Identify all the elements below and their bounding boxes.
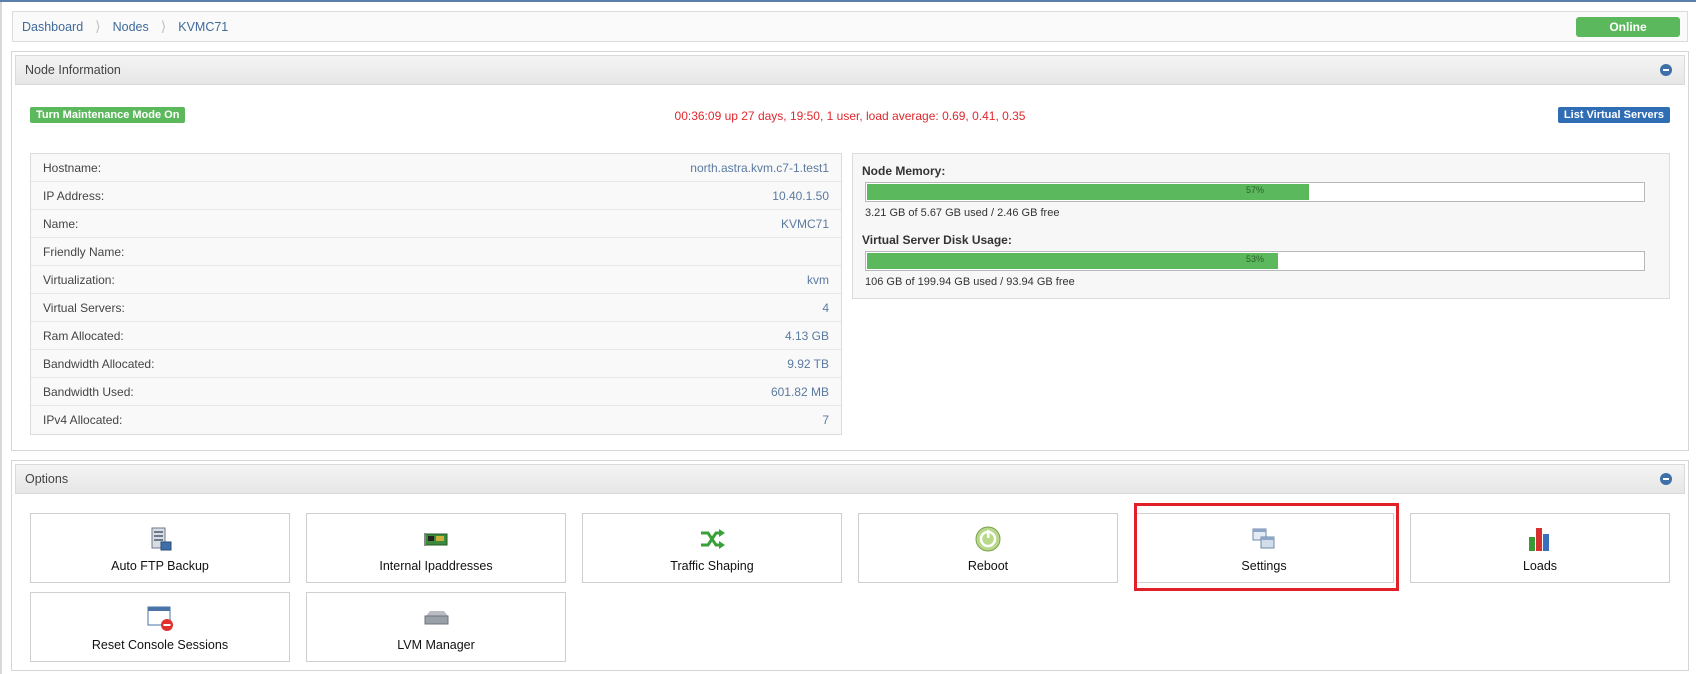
usage-box: Node Memory: 57% 3.21 GB of 5.67 GB used… xyxy=(852,153,1670,299)
shuffle-arrows-icon xyxy=(701,529,725,549)
option-label: Loads xyxy=(1522,559,1558,573)
breadcrumb-dashboard[interactable]: Dashboard xyxy=(22,20,83,34)
option-loads[interactable]: Loads xyxy=(1410,513,1670,583)
info-value: KVMC71 xyxy=(780,216,829,231)
option-auto-ftp-backup[interactable]: Auto FTP Backup xyxy=(30,513,290,583)
option-reset-console-sessions[interactable]: Reset Console Sessions xyxy=(30,592,290,662)
memory-percent-label: 57% xyxy=(1245,185,1264,195)
table-row: Hostname: north.astra.kvm.c7-1.test1 xyxy=(31,154,841,182)
info-label: Virtualization: xyxy=(43,272,115,287)
collapse-icon[interactable] xyxy=(1660,473,1672,485)
node-info-table: Hostname: north.astra.kvm.c7-1.test1 IP A… xyxy=(30,153,842,435)
info-label: IP Address: xyxy=(43,188,105,203)
panel-header: Options xyxy=(15,464,1685,494)
option-label: Auto FTP Backup xyxy=(111,559,209,573)
bar-chart-icon xyxy=(1529,528,1549,551)
disk-progress-bar: 53% xyxy=(865,251,1645,271)
info-label: Bandwidth Used: xyxy=(43,384,134,399)
window-left-border xyxy=(0,2,2,674)
info-label: Virtual Servers: xyxy=(43,300,125,315)
memory-progress-bar: 57% xyxy=(865,182,1645,202)
memory-usage-note: 3.21 GB of 5.67 GB used / 2.46 GB free xyxy=(865,207,1060,219)
option-reboot[interactable]: Reboot xyxy=(858,513,1118,583)
info-value: 601.82 MB xyxy=(770,384,829,399)
info-label: Friendly Name: xyxy=(43,244,125,259)
info-label: Name: xyxy=(43,216,79,231)
collapse-icon[interactable] xyxy=(1660,64,1672,76)
info-label: Hostname: xyxy=(43,160,102,175)
option-label: Traffic Shaping xyxy=(670,559,754,573)
info-value: kvm xyxy=(807,272,829,287)
info-value: 10.40.1.50 xyxy=(772,188,829,203)
breadcrumb-separator: ⟩ xyxy=(160,18,167,34)
panel-header: Node Information xyxy=(15,55,1685,85)
table-row: IP Address: 10.40.1.50 xyxy=(31,182,841,210)
info-value: north.astra.kvm.c7-1.test1 xyxy=(690,160,829,175)
panel-title: Node Information xyxy=(25,63,121,77)
disk-drive-icon xyxy=(424,611,449,625)
info-value: 4.13 GB xyxy=(784,328,829,343)
table-row: Ram Allocated: 4.13 GB xyxy=(31,322,841,350)
table-row: Bandwidth Used: 601.82 MB xyxy=(31,378,841,406)
table-row: Virtualization: kvm xyxy=(31,266,841,294)
table-row: Friendly Name: xyxy=(31,238,841,266)
info-value: 9.92 TB xyxy=(787,356,829,371)
network-card-icon xyxy=(424,533,448,546)
info-label: IPv4 Allocated: xyxy=(43,413,123,427)
disk-usage-note: 106 GB of 199.94 GB used / 93.94 GB free xyxy=(865,276,1075,288)
option-label: Internal Ipaddresses xyxy=(379,559,493,573)
disk-percent-label: 53% xyxy=(1245,254,1264,264)
disk-title: Virtual Server Disk Usage: xyxy=(862,233,1012,247)
window-top-border xyxy=(0,0,1696,2)
table-row: Virtual Servers: 4 xyxy=(31,294,841,322)
info-label: Ram Allocated: xyxy=(43,328,124,343)
breadcrumb-separator: ⟩ xyxy=(95,18,101,34)
option-traffic-shaping[interactable]: Traffic Shaping xyxy=(582,513,842,583)
table-row: Name: KVMC71 xyxy=(31,210,841,238)
table-row: IPv4 Allocated: 7 xyxy=(31,406,841,434)
breadcrumb: Dashboard ⟩ Nodes ⟩ KVMC71 Online xyxy=(12,11,1688,42)
option-label: Reset Console Sessions xyxy=(91,638,229,652)
info-label: Bandwidth Allocated: xyxy=(43,356,155,371)
list-virtual-servers-button[interactable]: List Virtual Servers xyxy=(1557,107,1670,123)
reboot-icon xyxy=(975,526,1001,552)
info-value: 7 xyxy=(822,413,829,427)
status-badge: Online xyxy=(1576,17,1680,37)
breadcrumb-current: KVMC71 xyxy=(178,19,229,34)
console-reset-icon xyxy=(147,606,173,631)
breadcrumb-nodes[interactable]: Nodes xyxy=(113,20,149,34)
uptime-text: 00:36:09 up 27 days, 19:50, 1 user, load… xyxy=(674,109,1026,123)
option-internal-ipaddresses[interactable]: Internal Ipaddresses xyxy=(306,513,566,583)
server-backup-icon xyxy=(151,527,172,551)
node-information-panel: Node Information Turn Maintenance Mode O… xyxy=(11,51,1689,451)
option-label: Reboot xyxy=(967,559,1009,573)
info-value: 4 xyxy=(822,300,829,315)
option-lvm-manager[interactable]: LVM Manager xyxy=(306,592,566,662)
option-label: LVM Manager xyxy=(397,638,475,652)
table-row: Bandwidth Allocated: 9.92 TB xyxy=(31,350,841,378)
memory-title: Node Memory: xyxy=(862,164,946,178)
selection-highlight xyxy=(1134,503,1399,591)
panel-title: Options xyxy=(25,472,69,486)
